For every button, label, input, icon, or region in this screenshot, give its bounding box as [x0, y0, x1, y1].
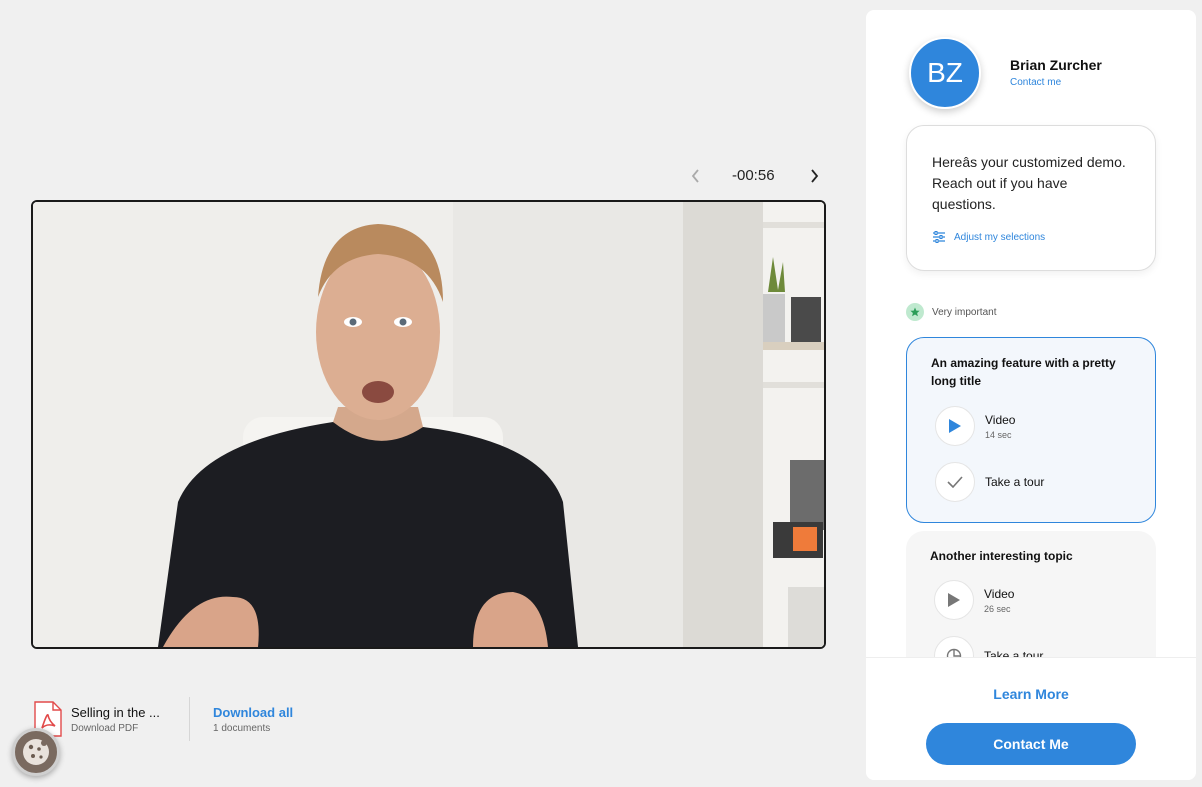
- document-count: 1 documents: [213, 722, 271, 734]
- cookie-icon: [23, 739, 49, 765]
- rep-message: Hereâs your customized demo. Reach out i…: [932, 154, 1126, 212]
- tour-button[interactable]: [935, 462, 975, 502]
- importance-text: Very important: [932, 306, 997, 318]
- item-duration: 26 sec: [984, 603, 1011, 614]
- previous-video-button[interactable]: [686, 166, 706, 186]
- document-subtitle: Download PDF: [71, 722, 139, 734]
- item-label: Video: [985, 412, 1016, 427]
- star-icon: [906, 303, 924, 321]
- next-video-button[interactable]: [804, 166, 824, 186]
- sliders-icon: [933, 231, 945, 243]
- topic-item-tour[interactable]: Take a tour: [935, 462, 1044, 502]
- item-duration: 14 sec: [985, 429, 1012, 440]
- contact-me-button[interactable]: Contact Me: [926, 723, 1136, 765]
- chevron-right-icon: [811, 169, 819, 183]
- topic-item-video[interactable]: Video 14 sec: [935, 406, 1015, 446]
- video-frame-image: [33, 202, 824, 647]
- video-player[interactable]: [31, 200, 826, 649]
- document-title: Selling in the ...: [71, 704, 160, 720]
- video-navigation: -00:56: [686, 165, 826, 187]
- topic-item-video[interactable]: Video 26 sec: [934, 580, 1014, 620]
- documents-bar: Selling in the ... Download PDF Download…: [34, 697, 293, 741]
- play-button[interactable]: [934, 580, 974, 620]
- learn-more-link[interactable]: Learn More: [866, 686, 1196, 702]
- item-label: Take a tour: [985, 475, 1045, 489]
- document-item[interactable]: Selling in the ... Download PDF: [71, 705, 176, 734]
- message-bubble: Hereâs your customized demo. Reach out i…: [906, 125, 1156, 271]
- download-all-link[interactable]: Download all: [213, 705, 293, 720]
- download-all-group[interactable]: Download all 1 documents: [213, 705, 293, 734]
- importance-label: Very important: [906, 303, 996, 321]
- play-icon: [948, 593, 960, 607]
- topic-title: An amazing feature with a pretty long ti…: [931, 356, 1116, 388]
- item-label: Video: [984, 586, 1015, 601]
- adjust-selections-label: Adjust my selections: [954, 231, 1046, 243]
- sidebar-footer: Learn More Contact Me: [866, 657, 1196, 780]
- divider: [189, 697, 190, 741]
- video-time-remaining: -00:56: [732, 167, 775, 184]
- sales-rep-sidebar: BZ Brian Zurcher Contact me Hereâs your …: [866, 10, 1196, 780]
- contact-me-link[interactable]: Contact me: [1010, 77, 1061, 88]
- avatar: BZ: [909, 37, 981, 109]
- topic-title: Another interesting topic: [930, 549, 1073, 563]
- chevron-left-icon: [691, 169, 699, 183]
- adjust-selections-link[interactable]: Adjust my selections: [932, 231, 1045, 243]
- checkmark-icon: [947, 476, 963, 488]
- play-icon: [949, 419, 961, 433]
- rep-name: Brian Zurcher: [1010, 57, 1102, 73]
- play-button[interactable]: [935, 406, 975, 446]
- cookie-settings-button[interactable]: [12, 728, 60, 776]
- topic-card[interactable]: An amazing feature with a pretty long ti…: [906, 337, 1156, 523]
